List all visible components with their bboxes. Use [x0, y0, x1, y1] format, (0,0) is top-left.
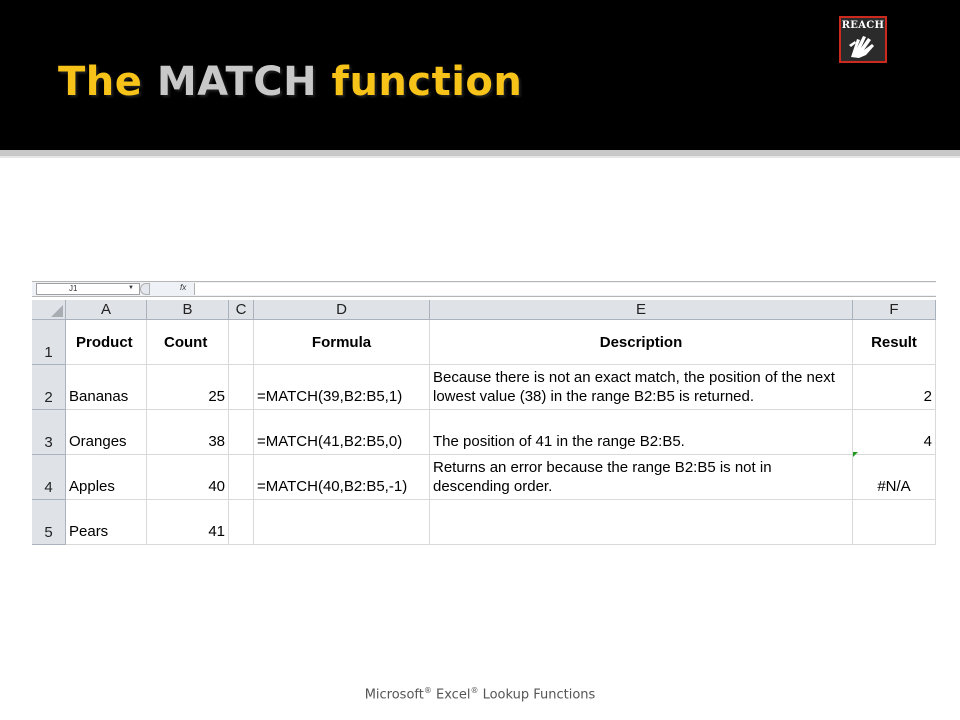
row-number: 5: [44, 524, 53, 541]
formula-bar: J1 ▼ fx: [32, 281, 936, 297]
cell-f4[interactable]: #N/A: [853, 455, 936, 500]
column-header-f[interactable]: F: [853, 300, 936, 320]
footer-text: Lookup Functions: [478, 687, 596, 703]
row-number: 1: [44, 344, 53, 361]
cell-a1[interactable]: Product: [66, 320, 147, 365]
cell-e1[interactable]: Description: [430, 320, 853, 365]
slide-footer: Microsoft® Excel® Lookup Functions: [0, 686, 960, 702]
cell-b4[interactable]: 40: [147, 455, 229, 500]
cell-c3[interactable]: [229, 410, 254, 455]
row-header-1[interactable]: 1: [32, 320, 66, 365]
cell-e3[interactable]: The position of 41 in the range B2:B5.: [430, 410, 853, 455]
cell-e2[interactable]: Because there is not an exact match, the…: [430, 365, 853, 410]
title-text-the: The: [58, 59, 157, 105]
cell-d2[interactable]: =MATCH(39,B2:B5,1): [254, 365, 430, 410]
cell-d1[interactable]: Formula: [254, 320, 430, 365]
cell-a2[interactable]: Bananas: [66, 365, 147, 410]
cell-c5[interactable]: [229, 500, 254, 545]
logo-text: REACH: [841, 20, 885, 31]
reach-logo: REACH: [839, 16, 887, 63]
column-header-c[interactable]: C: [229, 300, 254, 320]
row-number: 3: [44, 434, 53, 451]
spreadsheet: J1 ▼ fx A B C D E F 1 2 3 4 5 Product Co…: [32, 281, 936, 545]
hand-icon: [849, 36, 874, 58]
cell-d5[interactable]: [254, 500, 430, 545]
cell-f2[interactable]: 2: [853, 365, 936, 410]
cell-b2[interactable]: 25: [147, 365, 229, 410]
column-header-e[interactable]: E: [430, 300, 853, 320]
row-number: 2: [44, 389, 53, 406]
cell-f5[interactable]: [853, 500, 936, 545]
row-number: 4: [44, 479, 53, 496]
cell-a5[interactable]: Pears: [66, 500, 147, 545]
column-header-b[interactable]: B: [147, 300, 229, 320]
cell-d4[interactable]: =MATCH(40,B2:B5,-1): [254, 455, 430, 500]
name-box[interactable]: J1: [36, 283, 140, 295]
slide-title: The MATCH function: [58, 56, 522, 108]
fx-icon[interactable]: fx: [180, 283, 186, 292]
select-all-corner[interactable]: [32, 300, 66, 320]
formula-input[interactable]: [194, 283, 936, 295]
row-header-2[interactable]: 2: [32, 365, 66, 410]
footer-text: Microsoft: [364, 687, 424, 703]
cell-e5[interactable]: [430, 500, 853, 545]
name-box-dropdown-icon[interactable]: ▼: [128, 285, 134, 291]
cell-a4[interactable]: Apples: [66, 455, 147, 500]
cell-a3[interactable]: Oranges: [66, 410, 147, 455]
cell-b3[interactable]: 38: [147, 410, 229, 455]
cell-c1[interactable]: [229, 320, 254, 365]
select-all-icon: [51, 305, 63, 317]
row-header-3[interactable]: 3: [32, 410, 66, 455]
title-text-function: function: [317, 59, 523, 105]
footer-registered: ®: [423, 686, 432, 695]
cell-d3[interactable]: =MATCH(41,B2:B5,0): [254, 410, 430, 455]
error-indicator-icon[interactable]: [853, 452, 858, 457]
cell-f3[interactable]: 4: [853, 410, 936, 455]
title-divider: [0, 150, 960, 158]
footer-text: Excel: [431, 687, 471, 703]
cell-e4[interactable]: Returns an error because the range B2:B5…: [430, 455, 853, 500]
cell-c4[interactable]: [229, 455, 254, 500]
cell-c2[interactable]: [229, 365, 254, 410]
column-header-a[interactable]: A: [66, 300, 147, 320]
cell-f1[interactable]: Result: [853, 320, 936, 365]
cell-b5[interactable]: 41: [147, 500, 229, 545]
cell-b1[interactable]: Count: [147, 320, 229, 365]
title-text-match: MATCH: [156, 59, 318, 105]
row-header-4[interactable]: 4: [32, 455, 66, 500]
formula-bar-handle: [140, 283, 150, 295]
column-header-d[interactable]: D: [254, 300, 430, 320]
row-header-5[interactable]: 5: [32, 500, 66, 545]
